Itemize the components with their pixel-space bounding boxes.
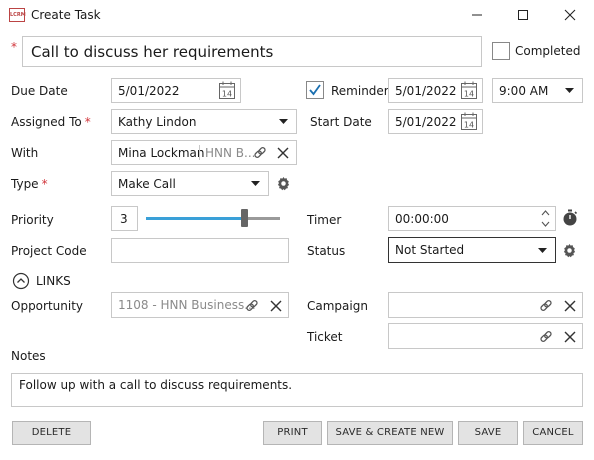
maximize-icon[interactable]: [516, 8, 530, 22]
due-date-picker[interactable]: 5/01/2022 14: [111, 78, 241, 103]
ticket-lookup[interactable]: [388, 323, 583, 349]
link-icon[interactable]: [539, 299, 553, 313]
slider-thumb[interactable]: [241, 209, 248, 227]
type-label: Type *: [11, 177, 48, 191]
links-label: LINKS: [36, 274, 71, 288]
required-marker: *: [84, 115, 91, 129]
subject-text: Call to discuss her requirements: [31, 42, 274, 61]
app-icon: LCRM: [9, 8, 26, 22]
status-label: Status: [307, 244, 346, 258]
with-lookup[interactable]: Mina Lockman HNN B...: [111, 140, 297, 165]
opportunity-value: 1108 - HNN Business...: [118, 298, 256, 312]
completed-label: Completed: [515, 44, 581, 58]
collapse-icon: [12, 272, 30, 290]
priority-value: 3: [120, 211, 128, 226]
svg-text:14: 14: [464, 90, 474, 99]
reminder-label: Reminder: [331, 84, 389, 98]
opportunity-label: Opportunity: [11, 299, 84, 313]
link-icon[interactable]: [539, 330, 553, 344]
timer-value: 00:00:00: [395, 211, 449, 226]
with-contact-value: Mina Lockman: [118, 145, 205, 160]
priority-label: Priority: [11, 213, 54, 227]
type-value: Make Call: [118, 176, 176, 191]
assigned-to-value: Kathy Lindon: [118, 114, 197, 129]
clear-icon[interactable]: [564, 300, 576, 312]
spin-up-icon[interactable]: [541, 209, 550, 216]
calendar-icon[interactable]: 14: [460, 112, 478, 131]
due-date-label: Due Date: [11, 84, 68, 98]
status-value: Not Started: [395, 243, 465, 257]
svg-text:14: 14: [464, 121, 474, 130]
start-date-value: 5/01/2022: [395, 114, 457, 129]
link-icon[interactable]: [253, 146, 267, 160]
assigned-to-label: Assigned To *: [11, 115, 91, 129]
reminder-date-picker[interactable]: 5/01/2022 14: [388, 78, 483, 103]
project-code-label: Project Code: [11, 244, 87, 258]
start-date-label: Start Date: [310, 115, 372, 129]
links-section-toggle[interactable]: LINKS: [12, 272, 74, 290]
reminder-time-select[interactable]: 9:00 AM: [492, 78, 583, 103]
chevron-down-icon: [538, 248, 547, 254]
chevron-down-icon: [565, 88, 574, 94]
save-button[interactable]: SAVE: [458, 421, 518, 445]
delete-button[interactable]: DELETE: [12, 421, 91, 445]
timer-label: Timer: [307, 213, 342, 227]
clear-icon[interactable]: [564, 331, 576, 343]
ticket-label: Ticket: [307, 330, 343, 344]
cancel-button[interactable]: CANCEL: [523, 421, 583, 445]
notes-text: Follow up with a call to discuss require…: [19, 378, 293, 392]
stopwatch-icon[interactable]: [562, 209, 578, 227]
print-button[interactable]: PRINT: [263, 421, 322, 445]
link-icon[interactable]: [245, 299, 259, 313]
opportunity-lookup[interactable]: 1108 - HNN Business...: [111, 292, 289, 318]
assigned-to-select[interactable]: Kathy Lindon: [111, 109, 297, 134]
checkmark-icon: [309, 84, 321, 96]
project-code-input[interactable]: [111, 238, 289, 263]
save-and-create-new-button[interactable]: SAVE & CREATE NEW: [327, 421, 453, 445]
slider-fill: [146, 217, 241, 220]
reminder-checkbox[interactable]: [306, 81, 324, 99]
notes-textarea[interactable]: Follow up with a call to discuss require…: [11, 373, 583, 407]
reminder-date-value: 5/01/2022: [395, 83, 457, 98]
type-label-text: Type: [11, 177, 39, 191]
spin-down-icon[interactable]: [541, 221, 550, 228]
window-title: Create Task: [31, 8, 101, 22]
close-icon[interactable]: [563, 8, 577, 22]
minimize-icon[interactable]: [470, 8, 484, 22]
title-bar: LCRM Create Task: [0, 0, 594, 30]
with-separator: [199, 145, 200, 160]
type-select[interactable]: Make Call: [111, 171, 269, 196]
assigned-to-label-text: Assigned To: [11, 115, 82, 129]
timer-input[interactable]: 00:00:00: [388, 206, 556, 231]
completed-checkbox[interactable]: [492, 42, 510, 60]
required-marker: *: [41, 177, 48, 191]
due-date-value: 5/01/2022: [118, 83, 180, 98]
svg-text:14: 14: [222, 90, 232, 99]
chevron-down-icon: [279, 119, 288, 125]
gear-icon[interactable]: [276, 176, 291, 191]
reminder-time-value: 9:00 AM: [499, 83, 549, 98]
gear-icon[interactable]: [562, 243, 577, 258]
with-company-value: HNN B...: [205, 145, 256, 160]
start-date-picker[interactable]: 5/01/2022 14: [388, 109, 483, 134]
campaign-lookup[interactable]: [388, 292, 583, 318]
with-label: With: [11, 146, 39, 160]
priority-input[interactable]: 3: [111, 206, 138, 231]
campaign-label: Campaign: [307, 299, 368, 313]
calendar-icon[interactable]: 14: [460, 81, 478, 100]
chevron-down-icon: [251, 181, 260, 187]
status-select[interactable]: Not Started: [388, 237, 556, 263]
subject-required-marker: *: [11, 40, 17, 54]
priority-slider[interactable]: [146, 208, 280, 228]
clear-icon[interactable]: [277, 147, 289, 159]
subject-input[interactable]: Call to discuss her requirements: [22, 36, 482, 67]
clear-icon[interactable]: [270, 300, 282, 312]
notes-label: Notes: [11, 349, 46, 363]
calendar-icon[interactable]: 14: [218, 81, 236, 100]
